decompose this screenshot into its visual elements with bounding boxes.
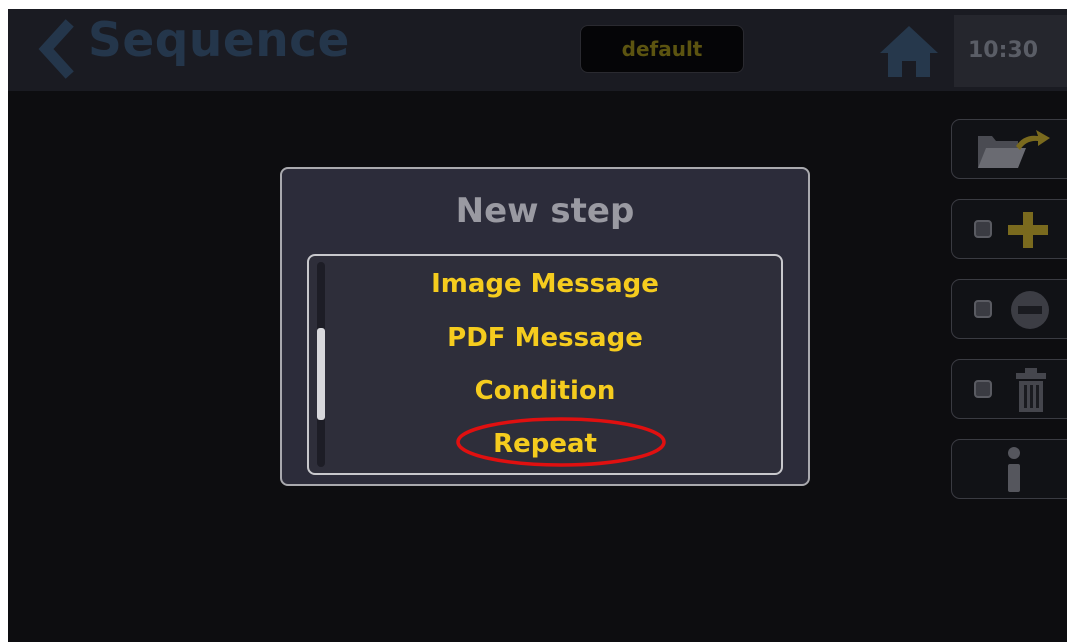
list-item-image-message[interactable]: Image Message: [309, 266, 781, 302]
info-button[interactable]: [951, 439, 1067, 499]
home-icon[interactable]: [878, 23, 940, 79]
dialog-title: New step: [455, 191, 635, 231]
remove-step-button[interactable]: [951, 279, 1067, 339]
new-step-dialog: New step Image Message PDF Message Condi…: [280, 167, 810, 486]
clock-display: 10:30: [954, 15, 1067, 87]
delete-step-button[interactable]: [951, 359, 1067, 419]
page-title: Sequence: [88, 13, 350, 68]
remove-icon: [1011, 291, 1049, 329]
open-folder-icon: [978, 130, 1050, 168]
list-item-repeat[interactable]: Repeat: [309, 426, 781, 462]
delete-step-checkbox[interactable]: [974, 380, 992, 398]
add-icon: [1008, 212, 1048, 248]
add-step-button[interactable]: [951, 199, 1067, 259]
open-file-button[interactable]: [951, 119, 1067, 179]
list-item-condition[interactable]: Condition: [309, 373, 781, 409]
remove-step-checkbox[interactable]: [974, 300, 992, 318]
trash-icon: [1016, 368, 1046, 412]
info-icon: [1008, 447, 1020, 492]
header-bar: Sequence default 10:30: [8, 9, 1067, 91]
list-item-pdf-message[interactable]: PDF Message: [309, 320, 781, 356]
step-type-list[interactable]: Image Message PDF Message Condition Repe…: [307, 254, 783, 475]
back-chevron-icon[interactable]: [36, 19, 76, 79]
app-screen: Sequence default 10:30 New step Image Me…: [8, 9, 1067, 642]
profile-badge[interactable]: default: [580, 25, 744, 73]
add-step-checkbox[interactable]: [974, 220, 992, 238]
